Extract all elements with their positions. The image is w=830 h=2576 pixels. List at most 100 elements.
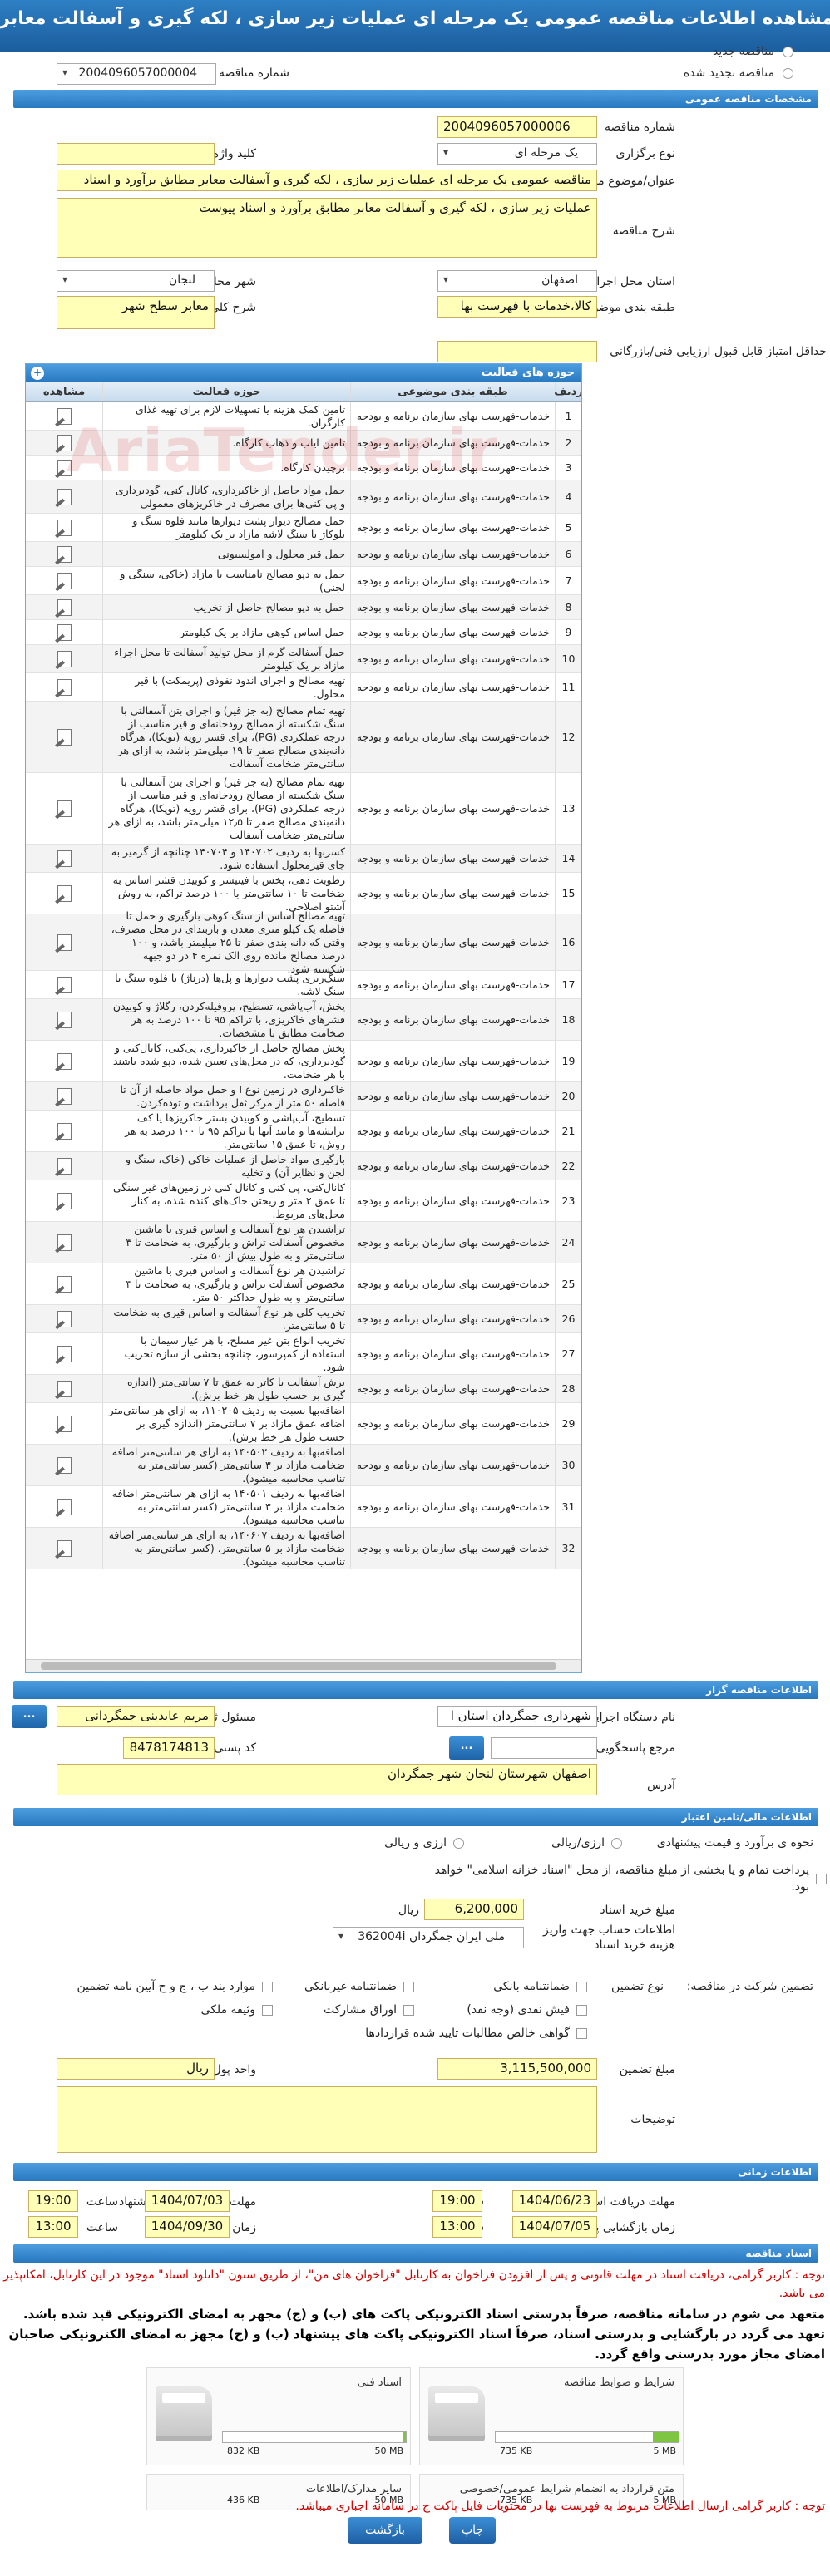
nonbank-checkbox[interactable]	[403, 1981, 414, 1992]
bonds-checkbox[interactable]	[403, 2004, 414, 2016]
doc-price-field[interactable]: 6,200,000	[424, 1899, 524, 1920]
view-document-icon[interactable]	[53, 728, 75, 746]
claims-checkbox[interactable]	[576, 2027, 587, 2039]
title-field[interactable]: مناقصه عمومی یک مرحله ای عملیات زیر سازی…	[57, 170, 597, 191]
guarantee-property[interactable]: وثیقه ملکی	[201, 2003, 273, 2017]
view-document-icon[interactable]	[53, 1052, 75, 1071]
row-view[interactable]	[26, 1486, 102, 1527]
row-view[interactable]	[26, 971, 102, 998]
scroll-thumb[interactable]	[41, 1662, 556, 1670]
activity-field[interactable]: معابر سطح شهر	[57, 296, 215, 329]
row-view[interactable]	[26, 1375, 102, 1402]
row-view[interactable]	[26, 845, 102, 872]
back-button[interactable]: بازگشت	[348, 2517, 422, 2544]
unit-field[interactable]: ریال	[57, 2058, 215, 2080]
row-view[interactable]	[26, 1222, 102, 1263]
guarantee-cash[interactable]: فیش نقدی (وجه نقد)	[467, 2003, 587, 2017]
view-document-icon[interactable]	[53, 1234, 75, 1252]
open-date-field[interactable]: 1404/07/05	[512, 2216, 597, 2238]
row-view[interactable]	[26, 1263, 102, 1304]
notes-field[interactable]	[57, 2086, 597, 2153]
row-view[interactable]	[26, 1152, 102, 1180]
send-date-field[interactable]: 1404/07/03	[145, 2190, 230, 2212]
horizontal-scrollbar[interactable]	[26, 1659, 581, 1672]
view-document-icon[interactable]	[53, 1087, 75, 1106]
row-view[interactable]	[26, 702, 102, 772]
row-view[interactable]	[26, 1305, 102, 1332]
row-view[interactable]	[26, 1180, 102, 1221]
row-view[interactable]	[26, 914, 102, 970]
view-document-icon[interactable]	[53, 1275, 75, 1293]
send-time-field[interactable]: 19:00	[28, 2190, 78, 2212]
rial-fx-radio[interactable]	[611, 1837, 622, 1849]
view-document-icon[interactable]	[53, 1380, 75, 1398]
view-document-icon[interactable]	[53, 933, 75, 952]
row-view[interactable]	[26, 542, 102, 566]
view-document-icon[interactable]	[53, 678, 75, 697]
view-document-icon[interactable]	[53, 519, 75, 537]
view-document-icon[interactable]	[53, 1122, 75, 1140]
renewed-tender-option[interactable]: مناقصه تجدید شده	[684, 66, 793, 80]
guarantee-nonbank[interactable]: ضمانتنامه غیربانکی	[304, 1980, 414, 1993]
cash-checkbox[interactable]	[576, 2004, 587, 2016]
view-document-icon[interactable]	[53, 800, 75, 818]
row-view[interactable]	[26, 673, 102, 701]
row-view[interactable]	[26, 1403, 102, 1444]
tender-number-field[interactable]: 2004096057000006	[437, 116, 597, 138]
amount-field[interactable]: 3,115,500,000	[437, 2058, 597, 2080]
view-document-icon[interactable]	[53, 884, 75, 903]
manager-field[interactable]: مریم عابدینی جمگردانی	[57, 1706, 215, 1727]
print-button[interactable]: چاپ	[449, 2517, 496, 2544]
new-tender-option[interactable]: مناقصه جدید	[713, 45, 793, 58]
view-document-icon[interactable]	[53, 623, 75, 642]
view-document-icon[interactable]	[53, 1415, 75, 1433]
receive-date-field[interactable]: 1404/06/23	[512, 2190, 597, 2212]
view-document-icon[interactable]	[53, 1310, 75, 1328]
view-document-icon[interactable]	[53, 1539, 75, 1558]
view-document-icon[interactable]	[53, 976, 75, 994]
rial-radio[interactable]	[453, 1837, 464, 1849]
row-view[interactable]	[26, 1333, 102, 1374]
row-view[interactable]	[26, 1445, 102, 1485]
guarantee-bonds[interactable]: اوراق مشارکت	[324, 2003, 414, 2017]
receive-time-field[interactable]: 19:00	[432, 2190, 482, 2212]
open-time-field[interactable]: 13:00	[432, 2216, 482, 2238]
view-document-icon[interactable]	[53, 545, 75, 564]
row-view[interactable]	[26, 999, 102, 1040]
collapse-icon[interactable]: +	[31, 367, 44, 380]
view-document-icon[interactable]	[53, 598, 75, 617]
row-view[interactable]	[26, 1111, 102, 1151]
postal-field[interactable]: 8478174813	[123, 1737, 215, 1759]
view-document-icon[interactable]	[53, 1157, 75, 1175]
city-select[interactable]: لنجان	[57, 270, 215, 292]
row-view[interactable]	[26, 567, 102, 594]
view-document-icon[interactable]	[53, 572, 75, 590]
row-view[interactable]	[26, 514, 102, 541]
row-view[interactable]	[26, 595, 102, 619]
new-radio[interactable]	[783, 46, 793, 57]
treasury-checkbox[interactable]	[816, 1873, 827, 1884]
guarantee-clauses[interactable]: موارد بند ب ، ج و ح آیین نامه تضمین	[77, 1980, 273, 1993]
address-field[interactable]: اصفهان شهرستان لنجان شهر جمگردان	[57, 1764, 597, 1795]
category-field[interactable]: کالا،خدمات با فهرست بها	[437, 296, 597, 318]
row-view[interactable]	[26, 773, 102, 844]
minscore-field[interactable]	[437, 341, 597, 362]
view-document-icon[interactable]	[53, 1498, 75, 1516]
ref-field[interactable]	[491, 1737, 597, 1759]
file-card-technical[interactable]: اسناد فنی 832 KB 50 MB	[146, 2367, 411, 2465]
agency-field[interactable]: شهرداری جمگردان استان ا	[437, 1706, 597, 1727]
row-view[interactable]	[26, 1528, 102, 1569]
view-document-icon[interactable]	[53, 850, 75, 868]
view-document-icon[interactable]	[53, 1345, 75, 1363]
file-card-terms[interactable]: شرایط و ضوابط مناقصه 735 KB 5 MB	[419, 2367, 684, 2465]
view-document-icon[interactable]	[53, 650, 75, 668]
account-select[interactable]: ملی ایران جمگردان 362004i	[333, 1927, 524, 1948]
clauses-checkbox[interactable]	[262, 1981, 273, 1992]
view-document-icon[interactable]	[53, 1192, 75, 1210]
treasury-option[interactable]: پرداخت تمام و یا بخشی از مبلغ مناقصه، از…	[419, 1862, 827, 1895]
valid-date-field[interactable]: 1404/09/30	[145, 2216, 230, 2238]
prev-number-select[interactable]: 2004096057000004	[57, 63, 216, 85]
guarantee-claims[interactable]: گواهی خالص مطالبات تایید شده قراردادها	[365, 2027, 587, 2040]
row-view[interactable]	[26, 645, 102, 672]
type-select[interactable]: یک مرحله ای	[437, 143, 597, 165]
